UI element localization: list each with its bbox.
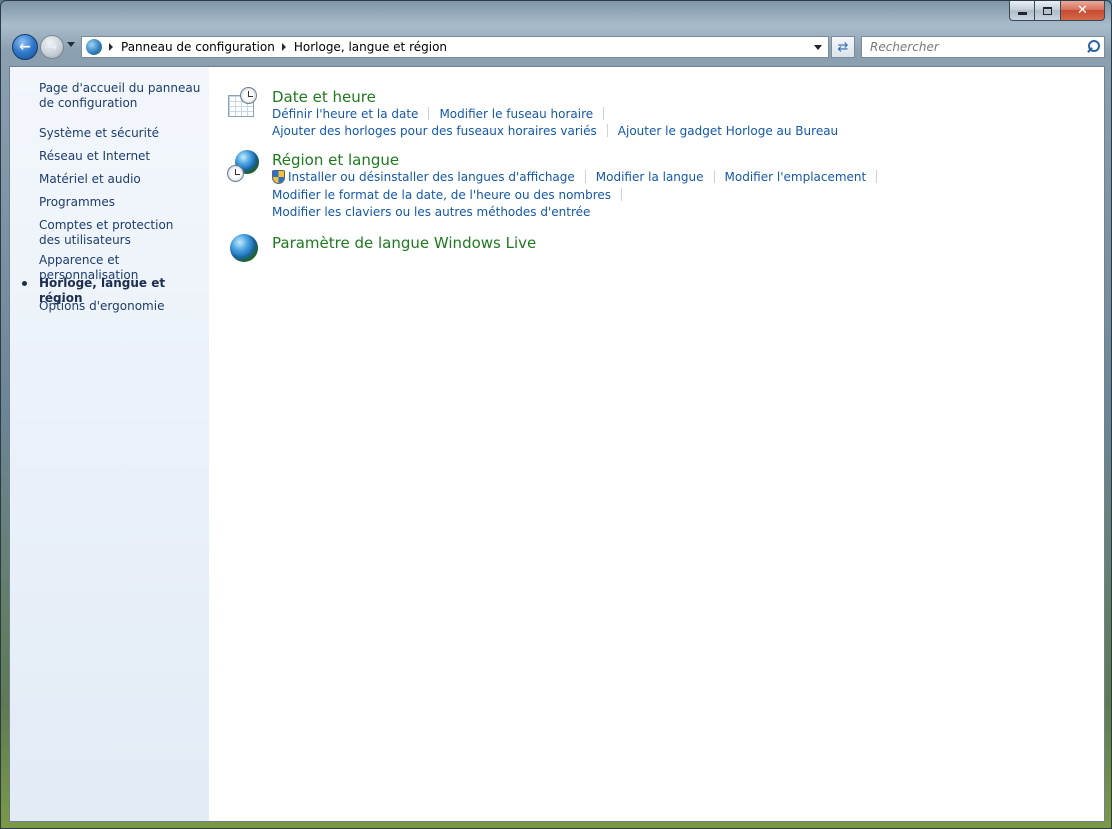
link-set-time-date[interactable]: Définir l'heure et la date bbox=[272, 107, 418, 121]
maximize-icon bbox=[1043, 6, 1052, 15]
back-button[interactable]: ← bbox=[12, 34, 38, 60]
minimize-icon bbox=[1017, 12, 1027, 15]
link-change-language[interactable]: Modifier la langue bbox=[596, 170, 704, 184]
minimize-button[interactable] bbox=[1009, 1, 1035, 21]
search-input[interactable] bbox=[862, 38, 1084, 56]
category-title-windows-live-language[interactable]: Paramètre de langue Windows Live bbox=[272, 234, 536, 252]
chevron-right-icon[interactable] bbox=[109, 43, 113, 51]
main-panel: Date et heure Définir l'heure et la date… bbox=[226, 67, 1104, 821]
links-row: Installer ou désinstaller des langues d'… bbox=[272, 170, 887, 184]
links-row: Modifier les claviers ou les autres méth… bbox=[272, 205, 590, 219]
link-add-clock-gadget[interactable]: Ajouter le gadget Horloge au Bureau bbox=[618, 124, 838, 138]
link-change-location[interactable]: Modifier l'emplacement bbox=[725, 170, 867, 184]
breadcrumb-control-panel[interactable]: Panneau de configuration bbox=[121, 40, 275, 54]
sidebar-item-network-internet[interactable]: Réseau et Internet bbox=[39, 149, 209, 164]
arrow-left-icon: ← bbox=[19, 39, 31, 55]
calendar-clock-icon[interactable] bbox=[226, 87, 260, 121]
links-row: Modifier le format de la date, de l'heur… bbox=[272, 188, 632, 202]
chevron-down-icon bbox=[814, 44, 822, 50]
link-change-keyboards[interactable]: Modifier les claviers ou les autres méth… bbox=[272, 205, 590, 219]
active-bullet-icon bbox=[22, 281, 27, 286]
close-button[interactable]: ✕ bbox=[1061, 1, 1105, 21]
category-title-region-language[interactable]: Région et langue bbox=[272, 151, 399, 169]
breadcrumb-clock-language-region[interactable]: Horloge, langue et région bbox=[294, 40, 447, 54]
window-frame: ✕ ← → Panneau de configuration Horloge, … bbox=[0, 0, 1112, 829]
content-area: Page d'accueil du panneau de configurati… bbox=[9, 66, 1105, 822]
maximize-button[interactable] bbox=[1035, 1, 1061, 21]
arrow-right-icon: → bbox=[46, 40, 58, 54]
clock-icon bbox=[227, 165, 244, 182]
links-row: Ajouter des horloges pour des fuseaux ho… bbox=[272, 124, 838, 138]
address-bar[interactable]: Panneau de configuration Horloge, langue… bbox=[81, 36, 829, 58]
link-add-clocks[interactable]: Ajouter des horloges pour des fuseaux ho… bbox=[272, 124, 597, 138]
link-change-timezone[interactable]: Modifier le fuseau horaire bbox=[439, 107, 593, 121]
sidebar-item-programs[interactable]: Programmes bbox=[39, 195, 209, 210]
address-dropdown[interactable] bbox=[808, 37, 828, 57]
chevron-right-icon[interactable] bbox=[281, 43, 286, 51]
link-install-display-languages[interactable]: Installer ou désinstaller des langues d'… bbox=[288, 170, 575, 184]
sidebar-item-hardware-sound[interactable]: Matériel et audio bbox=[39, 172, 209, 187]
sidebar-item-ease-of-access[interactable]: Options d'ergonomie bbox=[39, 299, 209, 314]
forward-button[interactable]: → bbox=[40, 35, 64, 59]
links-row: Définir l'heure et la date Modifier le fu… bbox=[272, 107, 614, 121]
control-panel-icon bbox=[86, 39, 102, 55]
sidebar-home-link[interactable]: Page d'accueil du panneau de configurati… bbox=[39, 81, 204, 111]
search-box bbox=[861, 36, 1105, 58]
refresh-icon: ⇄ bbox=[837, 39, 849, 55]
globe-icon[interactable] bbox=[230, 234, 258, 262]
search-icon[interactable] bbox=[1084, 37, 1104, 57]
clock-icon bbox=[240, 87, 257, 104]
uac-shield-icon bbox=[272, 170, 285, 184]
recent-pages-dropdown[interactable] bbox=[67, 42, 75, 47]
caption-buttons: ✕ bbox=[1009, 1, 1105, 21]
link-change-formats[interactable]: Modifier le format de la date, de l'heur… bbox=[272, 188, 611, 202]
sidebar-item-user-accounts[interactable]: Comptes et protection des utilisateurs bbox=[39, 218, 189, 248]
globe-clock-icon[interactable] bbox=[226, 150, 260, 184]
sidebar-item-system-security[interactable]: Système et sécurité bbox=[39, 126, 209, 141]
category-title-date-time[interactable]: Date et heure bbox=[272, 88, 376, 106]
navigation-bar: ← → Panneau de configuration Horloge, la… bbox=[9, 31, 1105, 63]
refresh-button[interactable]: ⇄ bbox=[831, 36, 855, 58]
sidebar: Page d'accueil du panneau de configurati… bbox=[10, 67, 209, 821]
